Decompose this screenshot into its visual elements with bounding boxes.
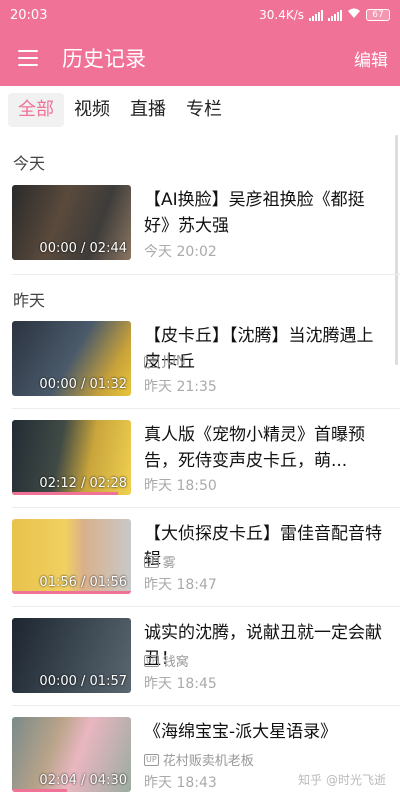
up-badge-icon: UP (144, 654, 159, 667)
status-indicators: 30.4K/s 67 (259, 8, 390, 22)
signal-icon-2 (328, 9, 342, 21)
duration-label: 00:00 / 02:44 (39, 241, 127, 256)
up-badge-icon: UP (144, 555, 159, 568)
progress-bar (12, 591, 131, 594)
filter-tabs: 全部 视频 直播 专栏 (8, 93, 232, 127)
up-badge-icon: UP (144, 355, 159, 368)
app-toolbar: 历史记录 编辑 (0, 30, 400, 86)
tab-column[interactable]: 专栏 (176, 93, 232, 127)
hamburger-icon (18, 50, 38, 66)
progress-bar (12, 492, 118, 495)
duration-label: 00:00 / 01:57 (39, 674, 127, 689)
status-bar: 20:03 30.4K/s 67 (0, 0, 400, 30)
history-item[interactable]: 00:00 / 02:44 【AI换脸】吴彦祖换脸《都挺好》苏大强 今天 20:… (0, 185, 400, 270)
video-thumbnail[interactable]: 01:56 / 01:56 (12, 519, 131, 594)
watch-time: 昨天 18:45 (144, 676, 217, 692)
history-item[interactable]: 02:12 / 02:28 真人版《宠物小精灵》首曝预告，死侍变声皮卡丘，萌..… (0, 420, 400, 505)
section-today: 今天 (13, 154, 46, 173)
network-speed: 30.4K/s (259, 8, 304, 22)
duration-label: 02:12 / 02:28 (39, 476, 127, 491)
history-item[interactable]: 01:56 / 01:56 【大侦探皮卡丘】雷佳音配音特辑 UP 雾 昨天 18… (0, 519, 400, 604)
history-item[interactable]: 00:00 / 01:32 【皮卡丘】【沈腾】当沈腾遇上皮卡丘 UP JUN 昨… (0, 321, 400, 406)
watch-time: 昨天 21:35 (144, 379, 217, 395)
divider (12, 274, 400, 275)
edit-button[interactable]: 编辑 (354, 46, 400, 71)
watch-time: 昨天 18:43 (144, 775, 217, 791)
uploader-name: 雾 (162, 556, 176, 571)
divider (12, 606, 400, 607)
video-title[interactable]: 【大侦探皮卡丘】雷佳音配音特辑 (144, 521, 389, 573)
battery-level: 67 (372, 10, 384, 20)
video-thumbnail[interactable]: 02:12 / 02:28 (12, 420, 131, 495)
menu-button[interactable] (0, 30, 56, 86)
uploader-name: 钱窝 (162, 655, 189, 670)
up-badge-icon: UP (144, 753, 159, 766)
uploader: UP 花村贩卖机老板 (144, 750, 254, 769)
video-thumbnail[interactable]: 00:00 / 01:57 (12, 618, 131, 693)
watch-time: 今天 20:02 (144, 244, 217, 260)
tab-video[interactable]: 视频 (64, 93, 120, 127)
uploader: UP 雾 (144, 552, 176, 571)
duration-label: 02:04 / 04:30 (39, 773, 127, 788)
duration-label: 00:00 / 01:32 (39, 377, 127, 392)
wifi-icon (347, 8, 361, 22)
progress-bar (12, 789, 67, 792)
history-item[interactable]: 00:00 / 01:57 诚实的沈腾，说献丑就一定会献丑！ UP 钱窝 昨天 … (0, 618, 400, 703)
video-thumbnail[interactable]: 00:00 / 02:44 (12, 185, 131, 260)
watermark: 知乎 @时光飞逝 (298, 773, 386, 787)
video-title[interactable]: 《海绵宝宝-派大星语录》 (144, 719, 389, 745)
divider (12, 408, 400, 409)
uploader-name: 花村贩卖机老板 (162, 754, 254, 769)
video-title[interactable]: 真人版《宠物小精灵》首曝预告，死侍变声皮卡丘，萌... (144, 422, 389, 474)
watch-time: 昨天 18:47 (144, 577, 217, 593)
watch-time: 昨天 18:50 (144, 478, 217, 494)
video-thumbnail[interactable]: 02:04 / 04:30 (12, 717, 131, 792)
signal-icon (309, 9, 323, 21)
divider (12, 507, 400, 508)
divider (12, 705, 400, 706)
status-time: 20:03 (10, 7, 48, 23)
uploader: UP JUN (144, 354, 186, 369)
page-title: 历史记录 (62, 47, 146, 71)
duration-label: 01:56 / 01:56 (39, 575, 127, 590)
video-thumbnail[interactable]: 00:00 / 01:32 (12, 321, 131, 396)
tab-live[interactable]: 直播 (120, 93, 176, 127)
video-title[interactable]: 【AI换脸】吴彦祖换脸《都挺好》苏大强 (144, 187, 389, 239)
battery-icon: 67 (366, 9, 390, 21)
uploader: UP 钱窝 (144, 651, 189, 670)
section-yesterday: 昨天 (13, 291, 46, 310)
tab-all[interactable]: 全部 (8, 93, 64, 127)
uploader-name: JUN (162, 354, 186, 369)
